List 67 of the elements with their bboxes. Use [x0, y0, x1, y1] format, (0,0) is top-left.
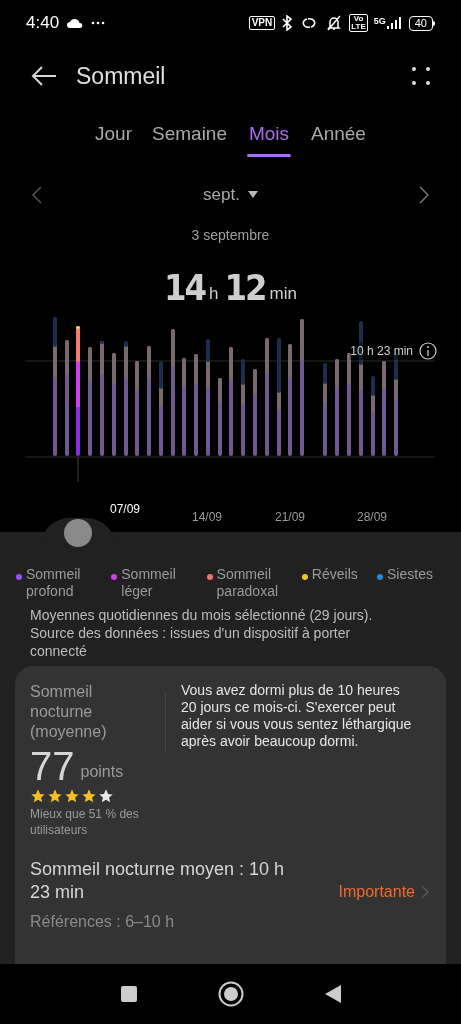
volte-text: LTE: [351, 23, 366, 31]
sleep-bar[interactable]: [241, 359, 245, 456]
star-icon: [47, 788, 63, 804]
legend-label: Sommeil paradoxal: [216, 566, 280, 600]
data-note: Moyennes quotidiennes du mois sélectionné (29 jours). Source des données : issues d'un dispositif à porter connecté: [30, 606, 374, 660]
star-icon: [64, 788, 80, 804]
muted-bell-icon: [325, 15, 344, 31]
minutes-unit: min: [269, 282, 297, 305]
previous-icon[interactable]: [32, 186, 42, 204]
back-nav-button[interactable]: [323, 984, 342, 1004]
legend-label: Sommeil léger: [121, 566, 177, 600]
sleep-bar[interactable]: [206, 339, 210, 456]
info-icon[interactable]: [419, 342, 437, 360]
more-notifications-icon: [91, 21, 106, 25]
caret-icon: [247, 191, 258, 199]
sleep-bar[interactable]: [323, 363, 327, 456]
more-options-button[interactable]: [411, 66, 431, 86]
vpn-badge: VPN: [248, 16, 276, 30]
reference-label: 10 h 23 min: [350, 342, 413, 360]
sleep-bar[interactable]: [159, 361, 163, 456]
hours-unit: h: [209, 282, 219, 305]
chevron-icon: [421, 885, 429, 899]
sleep-bar[interactable]: [124, 341, 128, 456]
period-tab[interactable]: Année: [311, 120, 366, 149]
card-title: Sommeil nocturne (moyenne): [30, 682, 108, 742]
advice-text: Vous avez dormi plus de 10 heures 20 jours ce mois-ci. S'exercer peut aider si vous vous sentez léthargique après avoir beaucoup dormi.: [181, 682, 413, 751]
recents-button[interactable]: [119, 985, 138, 1003]
period-tab[interactable]: Semaine: [152, 120, 227, 149]
comparison-text: Mieux que 51 % des utilisateurs: [30, 806, 140, 838]
star-icon: [30, 788, 46, 804]
page-title: Sommeil: [76, 61, 167, 91]
status-link[interactable]: Importante: [338, 880, 429, 904]
sleep-bar[interactable]: [277, 338, 281, 456]
bluetooth-icon: [281, 15, 294, 31]
hours-value: 14: [164, 270, 206, 306]
selected-date: 3 septembre: [191, 225, 270, 245]
period-tab[interactable]: Jour: [95, 120, 132, 149]
x-axis-label: 14/09: [192, 509, 223, 526]
period-tab[interactable]: Mois: [247, 120, 291, 157]
volte-text: Vo: [353, 15, 364, 23]
x-axis-label: 28/09: [357, 509, 388, 526]
selected-sleep-bar[interactable]: [76, 326, 80, 456]
sleep-bar[interactable]: [394, 353, 398, 456]
next-icon[interactable]: [419, 186, 429, 204]
legend-label: Sommeil profond: [26, 566, 82, 600]
references-text: Références : 6–10 h: [30, 912, 176, 932]
month-dropdown[interactable]: sept.: [203, 182, 258, 208]
back-button[interactable]: [30, 65, 58, 87]
average-text: Sommeil nocturne moyen : 10 h 23 min: [30, 858, 286, 904]
network-type-text: 5G: [373, 17, 386, 26]
star-icon: [98, 788, 114, 804]
signal-icon: [386, 17, 403, 29]
minutes-value: 12: [224, 270, 266, 306]
status-time: 4:40: [26, 12, 60, 35]
x-axis-label: 07/09: [110, 501, 141, 518]
legend-label: Siestes: [387, 566, 433, 583]
legend-label: Réveils: [311, 566, 358, 583]
sleep-bar[interactable]: [371, 376, 375, 456]
battery-level: 40: [408, 15, 433, 31]
star-icon: [81, 788, 97, 804]
sleep-bar[interactable]: [100, 341, 104, 456]
sleep-bar[interactable]: [53, 317, 57, 456]
x-axis-label: 21/09: [275, 509, 306, 526]
score-value: 77: [30, 746, 75, 786]
home-button[interactable]: [217, 981, 244, 1007]
cloud-icon: [67, 18, 84, 28]
score-unit: points: [80, 762, 124, 782]
